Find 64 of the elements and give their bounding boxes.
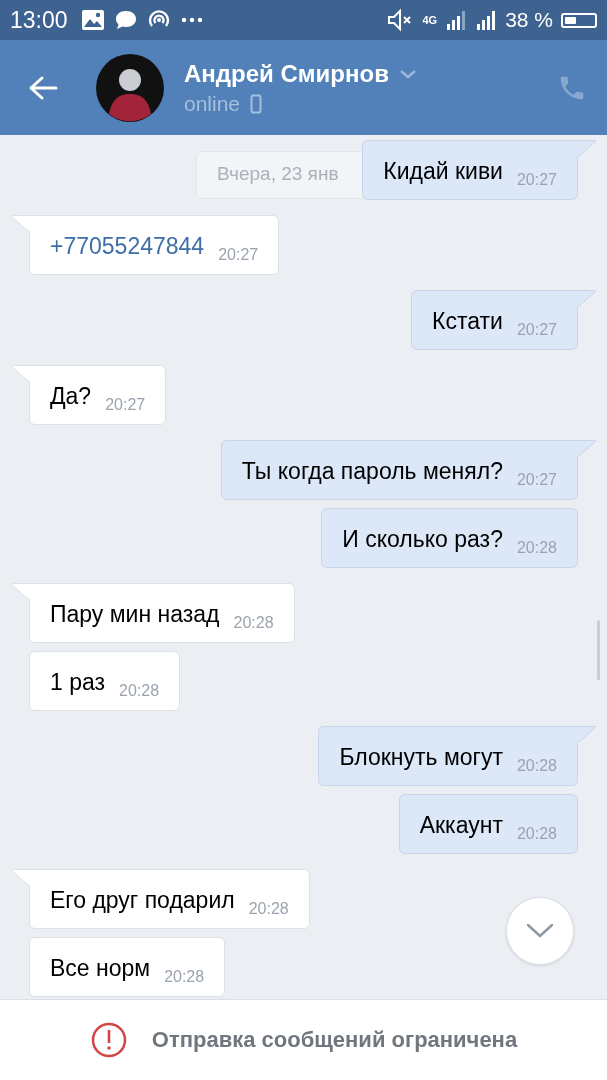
message-bubble[interactable]: Его друг подарил 20:28 bbox=[29, 869, 310, 929]
chat-bubble-icon bbox=[113, 9, 138, 31]
message-bubble[interactable]: Кстати 20:27 bbox=[411, 290, 578, 350]
signal-icon bbox=[475, 9, 498, 31]
message-bubble[interactable]: Ты когда пароль менял? 20:27 bbox=[220, 440, 578, 500]
message-text: Ты когда пароль менял? bbox=[241, 458, 503, 485]
scroll-down-button[interactable] bbox=[506, 897, 574, 965]
clock-time: 13:00 bbox=[10, 6, 68, 34]
notice-text: Отправка сообщений ограничена bbox=[151, 1027, 518, 1053]
message-bubble[interactable]: +77055247844 20:27 bbox=[29, 215, 280, 275]
warning-icon bbox=[89, 1021, 128, 1059]
chevron-down-icon bbox=[525, 922, 555, 940]
message-text: Блокнуть могут bbox=[339, 744, 503, 771]
phone-link[interactable]: +77055247844 bbox=[50, 233, 205, 260]
image-icon bbox=[79, 8, 106, 32]
message-text: Пару мин назад bbox=[50, 601, 220, 628]
message-time: 20:27 bbox=[105, 396, 146, 414]
signal-icon bbox=[445, 9, 468, 31]
scroll-bar bbox=[597, 620, 600, 680]
message-time: 20:27 bbox=[516, 171, 557, 189]
bubble-tail bbox=[577, 140, 597, 158]
bubble-tail bbox=[10, 869, 30, 887]
bubble-tail bbox=[10, 583, 30, 601]
message-bubble[interactable]: Пару мин назад 20:28 bbox=[29, 583, 295, 643]
online-status: online bbox=[184, 91, 241, 116]
message-time: 20:28 bbox=[516, 825, 557, 843]
message-time: 20:28 bbox=[119, 682, 160, 700]
message-time: 20:28 bbox=[233, 614, 274, 632]
avatar-icon[interactable] bbox=[96, 53, 164, 122]
message-text: Да? bbox=[50, 383, 92, 410]
message-time: 20:27 bbox=[516, 321, 557, 339]
message-bubble[interactable]: Все норм 20:28 bbox=[29, 937, 226, 997]
network-type: 4G bbox=[422, 14, 438, 26]
more-icon bbox=[179, 16, 204, 24]
message-time: 20:27 bbox=[218, 246, 259, 264]
battery-percent: 38 % bbox=[505, 8, 553, 32]
message-bubble[interactable]: Аккаунт 20:28 bbox=[398, 794, 578, 854]
message-time: 20:27 bbox=[516, 471, 557, 489]
message-text: Все норм bbox=[50, 955, 151, 982]
message-time: 20:28 bbox=[164, 968, 205, 986]
message-bubble[interactable]: Кидай киви 20:27 bbox=[362, 140, 578, 200]
message-time: 20:28 bbox=[248, 900, 289, 918]
contact-name[interactable]: Андрей Смирнов bbox=[184, 59, 389, 88]
back-arrow-icon bbox=[28, 74, 58, 101]
battery-icon bbox=[561, 12, 597, 28]
message-time: 20:28 bbox=[516, 539, 557, 557]
message-text: 1 раз bbox=[50, 669, 106, 696]
mobile-phone-icon bbox=[250, 93, 263, 114]
message-bubble[interactable]: 1 раз 20:28 bbox=[29, 651, 181, 711]
message-text: И сколько раз? bbox=[342, 526, 503, 553]
bubble-tail bbox=[577, 290, 597, 308]
message-time: 20:28 bbox=[516, 757, 557, 775]
message-text: Кстати bbox=[432, 308, 503, 335]
bubble-tail bbox=[10, 215, 30, 233]
bubble-tail bbox=[10, 365, 30, 383]
message-bubble[interactable]: Да? 20:27 bbox=[29, 365, 167, 425]
message-bubble[interactable]: Блокнуть могут 20:28 bbox=[318, 726, 578, 786]
message-text: Аккаунт bbox=[419, 812, 503, 839]
chevron-down-icon[interactable] bbox=[398, 68, 417, 79]
message-text: Его друг подарил bbox=[50, 887, 235, 914]
message-bubble[interactable]: И сколько раз? 20:28 bbox=[321, 508, 578, 568]
bubble-tail bbox=[577, 726, 597, 744]
message-text: Кидай киви bbox=[383, 158, 503, 185]
bubble-tail bbox=[577, 440, 597, 458]
